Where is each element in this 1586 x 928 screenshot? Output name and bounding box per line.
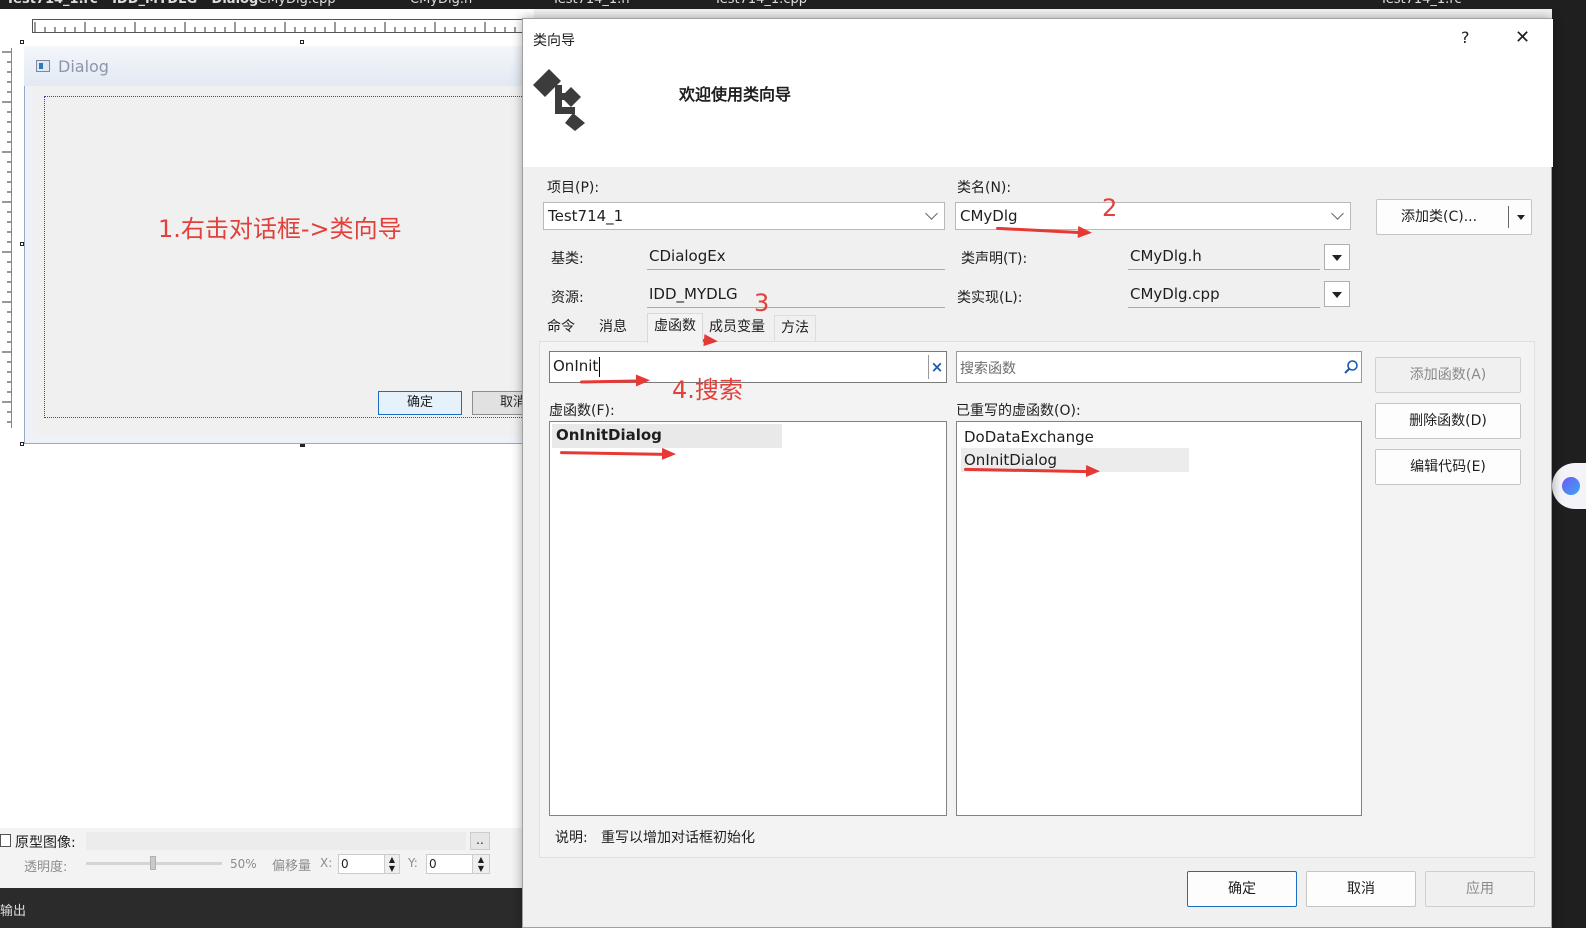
class-wizard-dialog[interactable]: 类向导 ? ✕ 欢迎使用类向导 项目(P): Test714_1 类名(N): … (522, 18, 1553, 928)
annotation-step2: 2 (1102, 194, 1118, 222)
output-title[interactable]: 输出 (0, 900, 26, 919)
annotation-step4: 4.搜索 (672, 376, 743, 404)
opacity-label: 透明度: (24, 860, 68, 875)
project-label: 项目(P): (547, 180, 600, 196)
add-function-button[interactable]: 添加函数(A) (1375, 357, 1521, 393)
annotation-step3: 3 (754, 289, 770, 317)
apply-button[interactable]: 应用 (1425, 871, 1535, 907)
decl-value: CMyDlg.h (1130, 247, 1202, 265)
impl-value: CMyDlg.cpp (1130, 285, 1220, 303)
decl-dropdown-button[interactable] (1324, 244, 1350, 270)
edit-code-button[interactable]: 编辑代码(E) (1375, 449, 1521, 485)
opacity-value: 50% (230, 857, 257, 871)
virtual-search-input[interactable]: OnInit × (549, 351, 947, 383)
search-icon[interactable] (1343, 359, 1359, 375)
output-panel: 输出 (0, 888, 534, 928)
wizard-title: 类向导 (533, 33, 575, 49)
ok-button[interactable]: 确定 (1187, 871, 1297, 907)
virtual-functions-label: 虚函数(F): (549, 403, 615, 419)
virtual-search-value: OnInit (553, 357, 599, 375)
function-search-input[interactable]: 搜索函数 (956, 351, 1362, 383)
add-class-label: 添加类(C)... (1401, 209, 1478, 225)
cancel-button[interactable]: 取消 (1306, 871, 1416, 907)
list-item[interactable]: OnInitDialog (964, 451, 1057, 469)
browse-button[interactable]: .. (470, 832, 490, 850)
impl-dropdown-button[interactable] (1324, 281, 1350, 307)
base-class-value: CDialogEx (649, 247, 726, 265)
delete-function-button[interactable]: 删除函数(D) (1375, 403, 1521, 439)
editor-tab-strip: Test714_1.rc - IDD_MYDLG - Dialog CMyDlg… (0, 0, 1586, 9)
clear-search-icon[interactable]: × (928, 355, 945, 379)
list-item[interactable]: OnInitDialog (556, 426, 662, 444)
editor-tab[interactable]: CMyDlg.cpp (258, 0, 336, 8)
prototype-label: 原型图像: (15, 835, 76, 851)
resource-field: IDD_MYDLG (647, 282, 945, 308)
editor-tab-active[interactable]: Test714_1.rc - IDD_MYDLG - Dialog (6, 0, 258, 8)
wizard-header: 欢迎使用类向导 (523, 59, 1553, 167)
classname-label: 类名(N): (957, 180, 1012, 196)
list-item[interactable]: DoDataExchange (964, 428, 1094, 446)
x-label: X: (320, 856, 333, 870)
classname-combo[interactable]: CMyDlg (955, 202, 1351, 230)
classname-value: CMyDlg (960, 207, 1018, 225)
resource-value: IDD_MYDLG (649, 285, 738, 303)
tab-methods[interactable]: 方法 (774, 315, 816, 341)
decl-field: CMyDlg.h (1128, 244, 1320, 270)
editor-tab[interactable]: CMyDlg.h (410, 0, 472, 8)
resize-handle[interactable] (300, 40, 304, 44)
prototype-checkbox[interactable] (0, 834, 11, 847)
chevron-down-icon (1331, 207, 1344, 220)
preview-ok-button[interactable]: 确定 (378, 391, 462, 415)
dropdown-arrow-icon[interactable] (1517, 215, 1525, 220)
help-button[interactable]: ? (1461, 28, 1470, 47)
dialog-preview-titlebar: Dialog (24, 46, 534, 86)
overridden-functions-label: 已重写的虚函数(O): (956, 403, 1081, 419)
impl-field: CMyDlg.cpp (1128, 282, 1320, 308)
overridden-functions-list[interactable]: DoDataExchange OnInitDialog (956, 421, 1362, 816)
impl-label: 类实现(L): (957, 290, 1023, 306)
base-class-field: CDialogEx (647, 244, 945, 270)
decl-label: 类声明(T): (961, 251, 1028, 267)
class-wizard-icon (533, 69, 585, 131)
description-text: 重写以增加对话框初始化 (601, 830, 755, 846)
vertical-ruler (0, 48, 12, 428)
wizard-titlebar: 类向导 ? ✕ (523, 19, 1553, 59)
tab-commands[interactable]: 命令 (541, 315, 581, 341)
dialog-preview-title: Dialog (58, 57, 109, 76)
y-label: Y: (408, 856, 418, 870)
base-class-label: 基类: (551, 251, 584, 267)
prototype-path-field[interactable] (86, 832, 466, 850)
close-button[interactable]: ✕ (1515, 27, 1530, 48)
dialog-margin-guide (44, 96, 534, 418)
editor-tab[interactable]: Test714_1.h (552, 0, 630, 8)
resource-label: 资源: (551, 290, 584, 306)
virtual-functions-list[interactable]: OnInitDialog (549, 421, 947, 816)
project-combo[interactable]: Test714_1 (543, 202, 945, 230)
description-label: 说明: (555, 830, 588, 846)
y-spin-button[interactable]: ▲ ▼ (472, 854, 490, 874)
add-class-button[interactable]: 添加类(C)... (1376, 199, 1532, 235)
offset-label: 偏移量 (272, 859, 312, 874)
x-spin-button[interactable]: ▲ ▼ (384, 854, 400, 874)
window-icon (36, 60, 50, 72)
chevron-down-icon (925, 207, 938, 220)
editor-tab[interactable]: Test714_1.rc (1380, 0, 1462, 8)
welcome-text: 欢迎使用类向导 (679, 85, 792, 104)
annotation-step1: 1.右击对话框->类向导 (158, 215, 402, 243)
text-caret (599, 357, 600, 377)
opacity-slider-thumb[interactable] (150, 856, 156, 870)
function-search-placeholder: 搜索函数 (960, 361, 1016, 377)
project-value: Test714_1 (548, 207, 624, 225)
tab-messages[interactable]: 消息 (593, 315, 633, 341)
split-divider (1508, 206, 1509, 228)
resize-handle[interactable] (20, 40, 24, 44)
tab-virtual-functions[interactable]: 虚函数 (647, 313, 703, 343)
editor-tab[interactable]: Test714_1.cpp (714, 0, 807, 8)
horizontal-ruler (32, 19, 532, 33)
assistant-icon (1562, 477, 1580, 495)
prototype-image-panel: 原型图像: .. 透明度: 50% 偏移量 X: 0 ▲ ▼ Y: 0 ▲ ▼ (0, 828, 534, 888)
